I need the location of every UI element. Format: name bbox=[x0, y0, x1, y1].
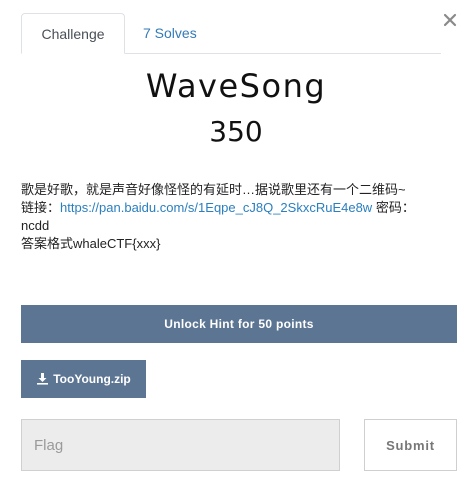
close-icon[interactable] bbox=[442, 12, 458, 28]
description-line: 歌是好歌，就是声音好像怪怪的有延时…据说歌里还有一个二维码~ bbox=[21, 182, 406, 197]
link-prefix: 链接： bbox=[21, 200, 61, 215]
download-icon bbox=[37, 373, 49, 385]
submit-button[interactable]: Submit bbox=[364, 419, 457, 471]
file-download-button[interactable]: TooYoung.zip bbox=[21, 360, 146, 398]
flag-input[interactable] bbox=[21, 419, 340, 471]
password-label: 密码： bbox=[372, 200, 415, 215]
challenge-description: 歌是好歌，就是声音好像怪怪的有延时…据说歌里还有一个二维码~ 链接：https:… bbox=[21, 181, 461, 253]
unlock-hint-button[interactable]: Unlock Hint for 50 points bbox=[21, 305, 457, 343]
answer-format: 答案格式whaleCTF{xxx} bbox=[21, 236, 161, 251]
tab-bar: Challenge 7 Solves bbox=[21, 13, 441, 54]
file-name: TooYoung.zip bbox=[53, 372, 131, 386]
tab-challenge[interactable]: Challenge bbox=[21, 13, 125, 54]
tab-solves[interactable]: 7 Solves bbox=[127, 13, 213, 53]
description-link-line: 链接：https://pan.baidu.com/s/1Eqpe_cJ8Q_2S… bbox=[21, 199, 461, 217]
challenge-title: WaveSong bbox=[145, 67, 327, 105]
password-value: ncdd bbox=[21, 218, 50, 233]
challenge-points: 350 bbox=[209, 115, 263, 148]
download-link[interactable]: https://pan.baidu.com/s/1Eqpe_cJ8Q_2Skxc… bbox=[60, 200, 372, 215]
